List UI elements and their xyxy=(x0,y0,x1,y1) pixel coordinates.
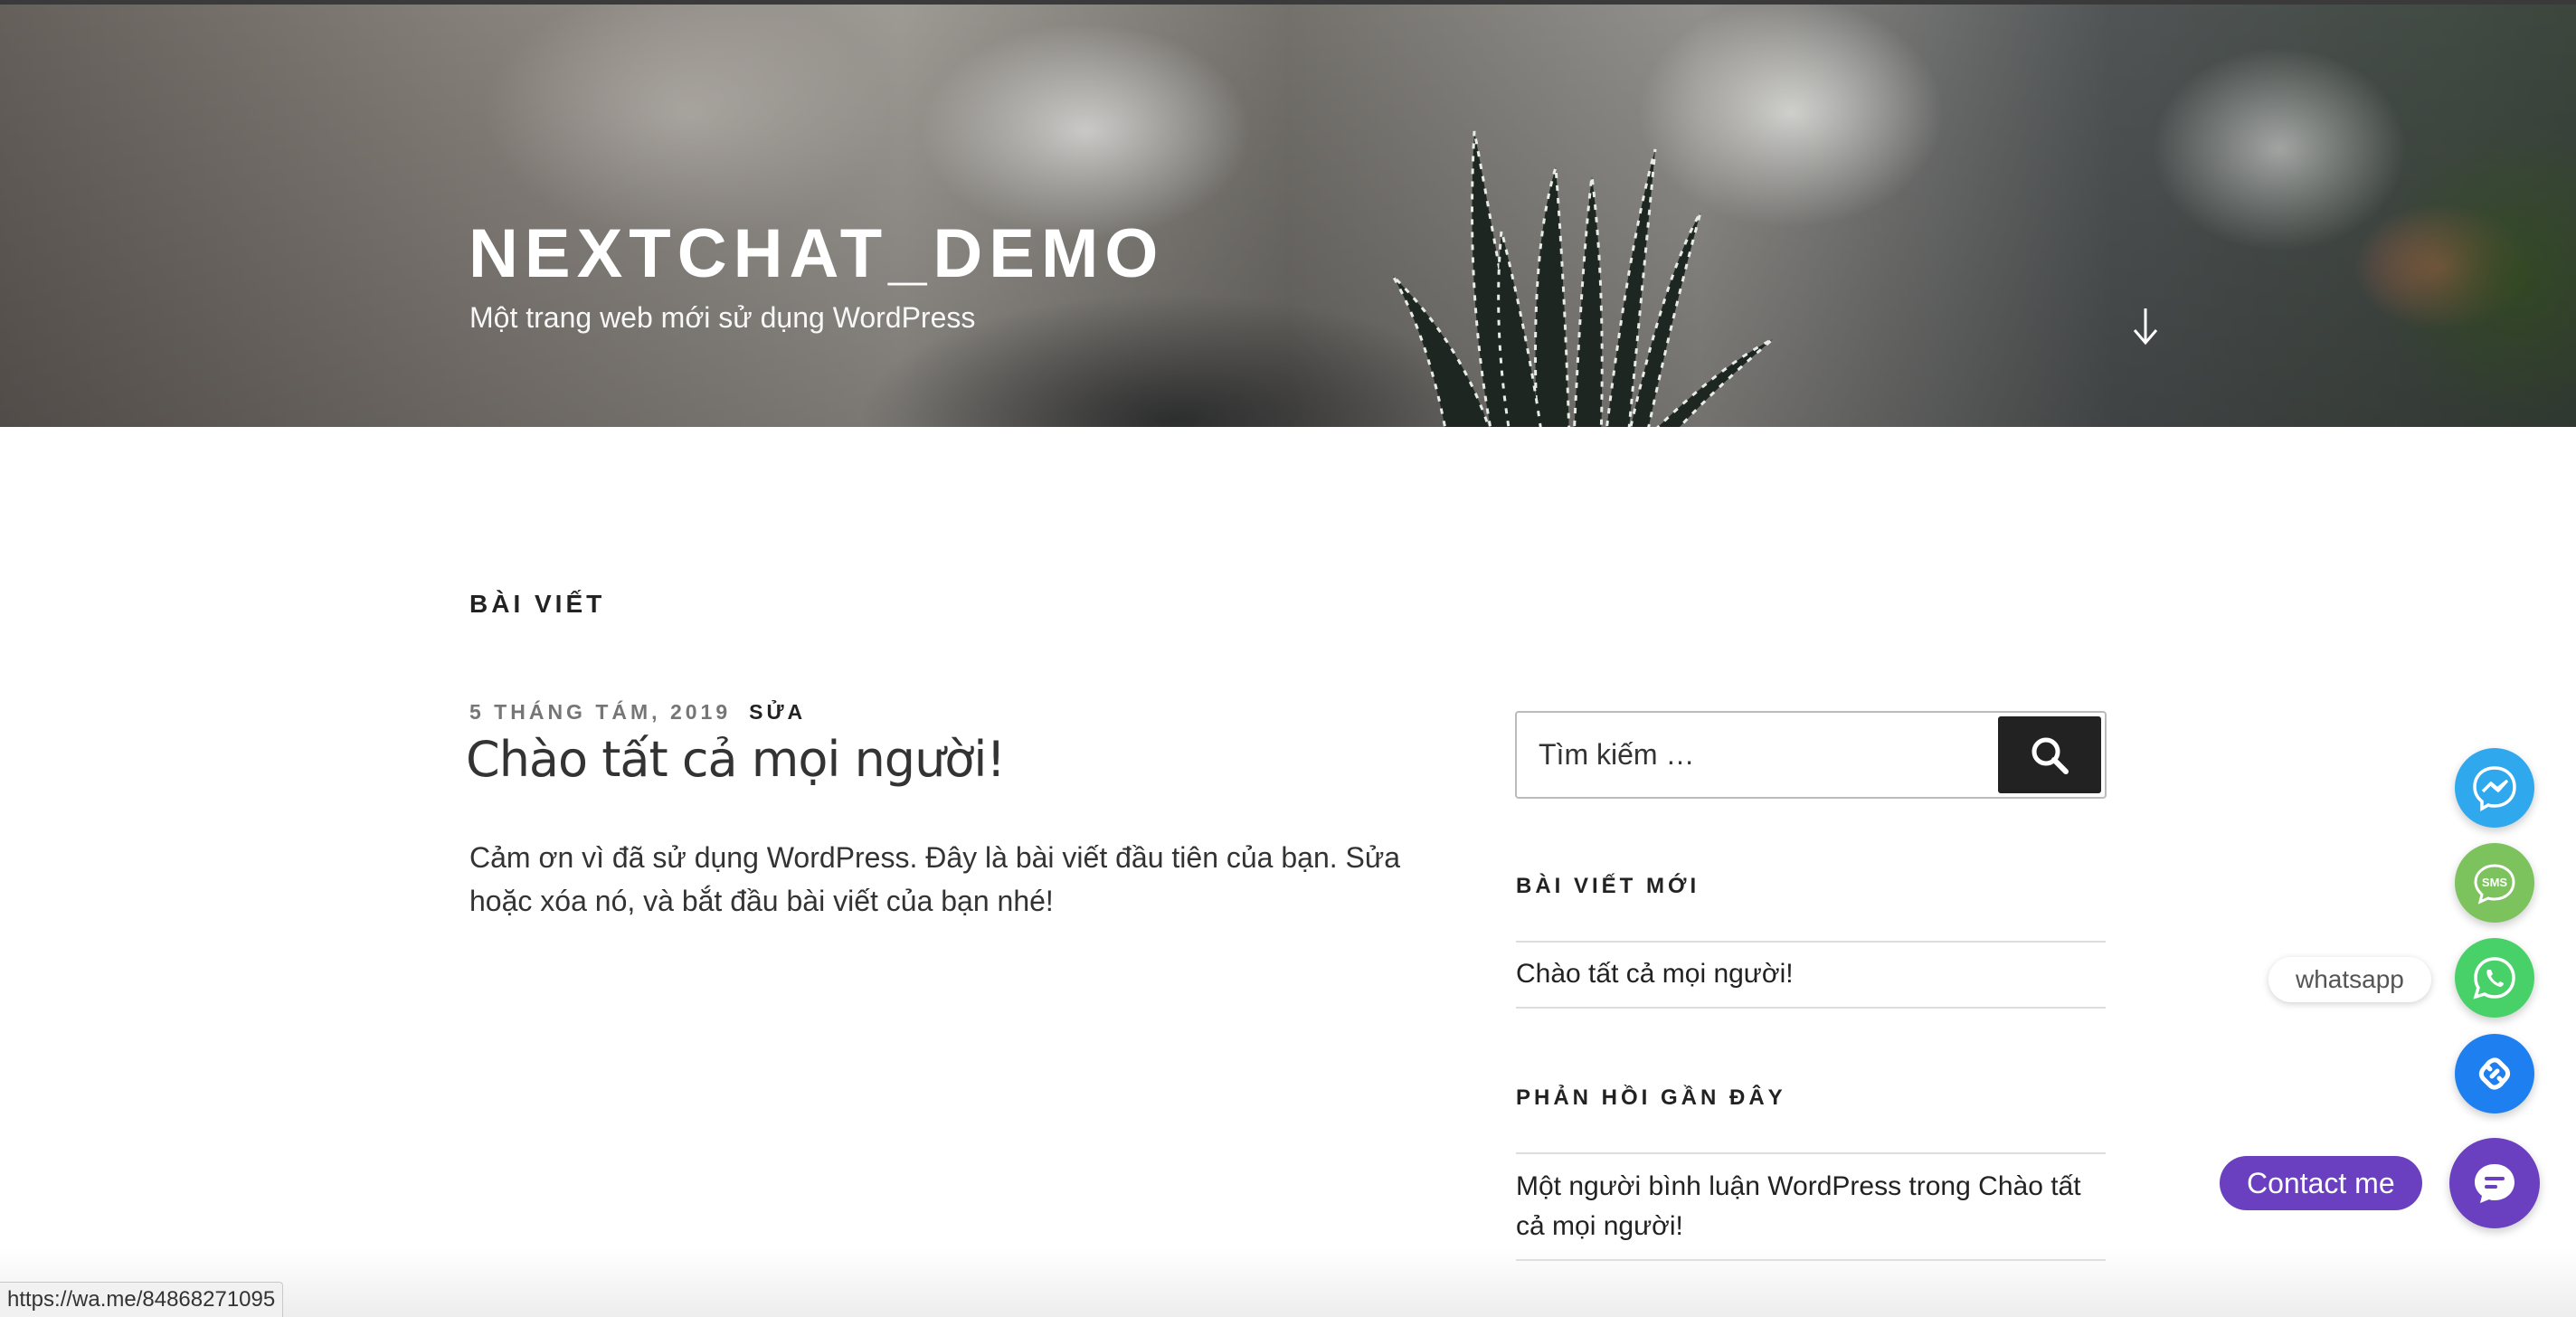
link-button[interactable] xyxy=(2455,1034,2534,1113)
search-form xyxy=(1515,711,2107,799)
page-heading: BÀI VIẾT xyxy=(469,590,606,618)
site-header: NEXTCHAT_DEMO Một trang web mới sử dụng … xyxy=(0,5,2576,427)
search-button[interactable] xyxy=(1998,716,2101,793)
post-excerpt: Cảm ơn vì đã sử dụng WordPress. Đây là b… xyxy=(469,841,1401,917)
recent-comment-item: Một người bình luận WordPress trong Chào… xyxy=(1516,1167,2113,1246)
edit-link[interactable]: SỬA xyxy=(749,700,806,724)
divider xyxy=(1516,1152,2106,1154)
sms-button[interactable]: SMS xyxy=(2455,843,2534,923)
search-icon xyxy=(2031,737,2069,774)
divider xyxy=(1516,1007,2106,1009)
whatsapp-icon xyxy=(2473,957,2515,1000)
contact-me-button[interactable] xyxy=(2449,1138,2540,1228)
site-title[interactable]: NEXTCHAT_DEMO xyxy=(469,214,1164,293)
comment-author-link[interactable]: Một người bình luận WordPress xyxy=(1516,1171,1901,1201)
search-input[interactable] xyxy=(1539,713,1991,797)
whatsapp-tooltip: whatsapp xyxy=(2268,957,2431,1002)
link-icon xyxy=(2478,1057,2511,1090)
post-title[interactable]: Chào tất cả mọi người! xyxy=(466,731,1006,788)
whatsapp-button[interactable] xyxy=(2455,938,2534,1018)
comment-connector: trong xyxy=(1908,1171,1971,1201)
recent-post-link[interactable]: Chào tất cả mọi người! xyxy=(1516,954,1794,994)
post-meta: 5 THÁNG TÁM, 2019 SỬA xyxy=(469,700,806,725)
bottom-fade xyxy=(0,1248,2576,1317)
svg-text:SMS: SMS xyxy=(2482,876,2508,889)
site-description: Một trang web mới sử dụng WordPress xyxy=(469,301,976,334)
plant-image xyxy=(1391,130,1774,427)
recent-posts-title: BÀI VIẾT MỚI xyxy=(1516,874,1700,898)
recent-comments-title: PHẢN HỒI GẦN ĐÂY xyxy=(1516,1085,1786,1110)
divider xyxy=(1516,941,2106,943)
messenger-icon xyxy=(2473,766,2516,812)
chat-bubble-icon xyxy=(2475,1164,2514,1203)
sms-icon: SMS xyxy=(2474,864,2515,905)
messenger-button[interactable] xyxy=(2455,748,2534,828)
post-date[interactable]: 5 THÁNG TÁM, 2019 xyxy=(469,700,731,724)
contact-me-label[interactable]: Contact me xyxy=(2220,1156,2422,1210)
status-bar-url: https://wa.me/84868271095 xyxy=(0,1282,284,1317)
arrow-down-icon[interactable] xyxy=(2127,305,2164,348)
